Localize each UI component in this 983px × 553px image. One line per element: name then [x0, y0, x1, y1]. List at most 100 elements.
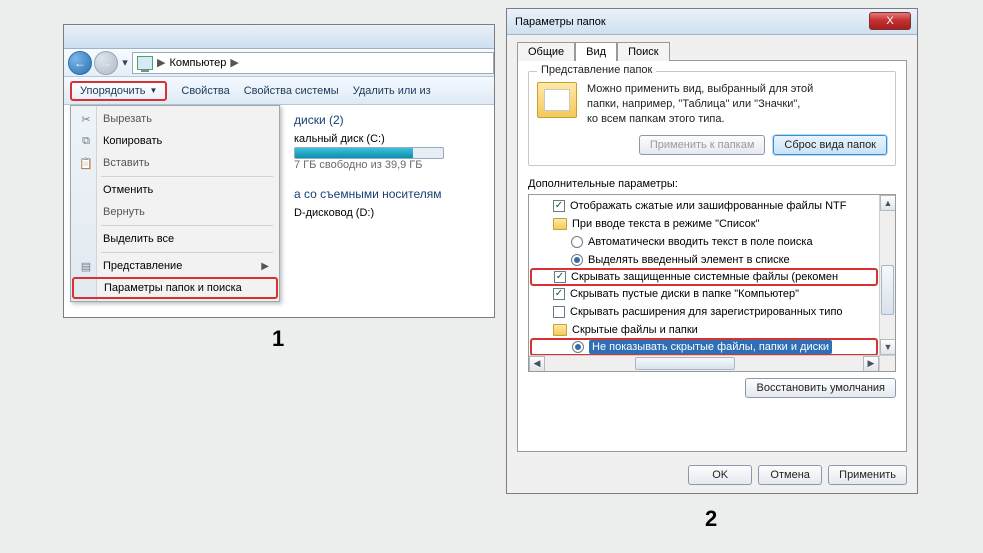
advanced-settings-box: ✓ Отображать сжатые или зашифрованные фа… — [528, 194, 896, 372]
opt-hide-extensions-label: Скрывать расширения для зарегистрированн… — [570, 306, 843, 318]
nav-back-button[interactable]: ← — [68, 51, 92, 75]
scroll-left-icon[interactable]: ◀ — [529, 356, 545, 372]
tab-search[interactable]: Поиск — [617, 42, 669, 61]
menu-select-all[interactable]: Выделить все — [73, 228, 277, 250]
folder-view-text-3: ко всем папкам этого типа. — [587, 112, 813, 127]
folder-icon — [537, 82, 577, 118]
menu-copy-label: Копировать — [103, 135, 162, 147]
radio-icon[interactable] — [571, 254, 583, 266]
organize-button[interactable]: Упорядочить ▼ — [70, 81, 167, 101]
drive-usage-bar — [294, 147, 444, 159]
folder-view-text-2: папки, например, "Таблица" или "Значки", — [587, 97, 813, 112]
menu-cut[interactable]: ✂ Вырезать — [73, 108, 277, 130]
opt-auto-search-label: Автоматически вводить текст в поле поиск… — [588, 236, 813, 248]
copy-icon: ⧉ — [78, 135, 94, 148]
checkbox-icon[interactable] — [553, 306, 565, 318]
menu-view-label: Представление — [103, 260, 182, 272]
opt-list-typing-label: При вводе текста в режиме "Список" — [572, 218, 759, 230]
chevron-right-icon: ▶ — [261, 261, 269, 272]
folder-view-group-title: Представление папок — [537, 64, 656, 76]
horizontal-scrollbar[interactable]: ◀ ▶ — [529, 355, 879, 371]
dialog-title: Параметры папок — [515, 16, 606, 28]
dvd-label: D-дисковод (D:) — [294, 207, 374, 219]
opt-hide-extensions[interactable]: Скрывать расширения для зарегистрированн… — [531, 303, 877, 321]
apply-to-folders-button[interactable]: Применить к папкам — [639, 135, 766, 155]
opt-auto-search[interactable]: Автоматически вводить текст в поле поиск… — [531, 233, 877, 251]
address-bar[interactable]: ▶ Компьютер ▶ — [132, 52, 494, 74]
crumb-sep-icon: ▶ — [157, 56, 165, 69]
drives-heading: диски (2) — [294, 113, 488, 127]
folder-icon — [553, 324, 567, 336]
scroll-thumb[interactable] — [635, 357, 735, 370]
menu-select-all-label: Выделить все — [103, 233, 174, 245]
scroll-corner — [879, 355, 895, 371]
breadcrumb-computer[interactable]: Компьютер — [169, 57, 226, 69]
checkbox-icon[interactable]: ✓ — [554, 271, 566, 283]
tab-view[interactable]: Вид — [575, 42, 617, 61]
scroll-down-icon[interactable]: ▼ — [880, 339, 896, 355]
dialog-button-bar: OK Отмена Применить — [517, 465, 907, 485]
drive-dvd[interactable]: D-дисковод (D:) — [294, 207, 488, 219]
radio-icon[interactable] — [571, 236, 583, 248]
scroll-thumb[interactable] — [881, 265, 894, 315]
computer-icon — [137, 56, 153, 70]
opt-hide-protected[interactable]: ✓ Скрывать защищенные системные файлы (р… — [530, 268, 878, 286]
scroll-track[interactable] — [545, 356, 863, 371]
menu-separator — [101, 225, 273, 226]
opt-show-encrypted[interactable]: ✓ Отображать сжатые или зашифрованные фа… — [531, 197, 877, 215]
nav-forward-button[interactable]: → — [94, 51, 118, 75]
toolbar-remove[interactable]: Удалить или из — [353, 85, 431, 97]
layout-icon: ▤ — [78, 260, 94, 273]
restore-defaults-button[interactable]: Восстановить умолчания — [745, 378, 896, 398]
explorer-window: ← → ▾ ▶ Компьютер ▶ Упорядочить ▼ Свойст… — [63, 24, 495, 318]
menu-separator — [101, 176, 273, 177]
tab-general[interactable]: Общие — [517, 42, 575, 61]
menu-redo-label: Вернуть — [103, 206, 145, 218]
advanced-settings-list[interactable]: ✓ Отображать сжатые или зашифрованные фа… — [529, 195, 879, 355]
menu-paste[interactable]: 📋 Вставить — [73, 152, 277, 174]
organize-menu: ✂ Вырезать ⧉ Копировать 📋 Вставить Отмен… — [70, 105, 280, 302]
radio-icon[interactable] — [572, 341, 584, 353]
opt-dont-show-hidden[interactable]: Не показывать скрытые файлы, папки и дис… — [530, 338, 878, 355]
menu-copy[interactable]: ⧉ Копировать — [73, 130, 277, 152]
paste-icon: 📋 — [78, 157, 94, 170]
menu-view[interactable]: ▤ Представление ▶ — [73, 255, 277, 277]
scroll-right-icon[interactable]: ▶ — [863, 356, 879, 372]
reset-folder-view-button[interactable]: Сброс вида папок — [773, 135, 887, 155]
scroll-up-icon[interactable]: ▲ — [880, 195, 896, 211]
scissors-icon: ✂ — [78, 113, 94, 126]
nav-history-dropdown[interactable]: ▾ — [120, 51, 130, 75]
folder-options-dialog: Параметры папок X Общие Вид Поиск Предст… — [506, 8, 918, 494]
opt-hide-empty-drives-label: Скрывать пустые диски в папке "Компьютер… — [570, 288, 799, 300]
checkbox-icon[interactable]: ✓ — [553, 200, 565, 212]
explorer-body: ✂ Вырезать ⧉ Копировать 📋 Вставить Отмен… — [64, 105, 494, 317]
menu-folder-options[interactable]: Параметры папок и поиска — [72, 277, 278, 299]
ok-button[interactable]: OK — [688, 465, 752, 485]
menu-undo[interactable]: Отменить — [73, 179, 277, 201]
checkbox-icon[interactable]: ✓ — [553, 288, 565, 300]
drive-local-c[interactable]: кальный диск (C:) — [294, 133, 488, 145]
menu-separator — [101, 252, 273, 253]
apply-button[interactable]: Применить — [828, 465, 907, 485]
menu-folder-options-label: Параметры папок и поиска — [104, 282, 242, 294]
opt-hidden-group-label: Скрытые файлы и папки — [572, 324, 698, 336]
tab-pane-view: Представление папок Можно применить вид,… — [517, 60, 907, 452]
drive-usage-fill — [295, 148, 413, 158]
explorer-toolbar: Упорядочить ▼ Свойства Свойства системы … — [64, 77, 494, 105]
toolbar-system-properties[interactable]: Свойства системы — [244, 85, 339, 97]
opt-dont-show-hidden-label: Не показывать скрытые файлы, папки и дис… — [589, 340, 832, 354]
cancel-button[interactable]: Отмена — [758, 465, 822, 485]
local-disk-label: кальный диск (C:) — [294, 133, 385, 145]
drive-free-text: 7 ГБ свободно из 39,9 ГБ — [294, 159, 488, 171]
toolbar-properties[interactable]: Свойства — [181, 85, 229, 97]
removable-heading: а со съемными носителям — [294, 187, 488, 201]
close-button[interactable]: X — [869, 12, 911, 30]
opt-hidden-group: Скрытые файлы и папки — [531, 321, 877, 339]
vertical-scrollbar[interactable]: ▲ ▼ — [879, 195, 895, 355]
opt-hide-empty-drives[interactable]: ✓ Скрывать пустые диски в папке "Компьют… — [531, 285, 877, 303]
menu-redo[interactable]: Вернуть — [73, 201, 277, 223]
nav-row: ← → ▾ ▶ Компьютер ▶ — [64, 49, 494, 77]
folder-view-text-1: Можно применить вид, выбранный для этой — [587, 82, 813, 97]
folder-view-group: Представление папок Можно применить вид,… — [528, 71, 896, 166]
opt-highlight-typed[interactable]: Выделять введенный элемент в списке — [531, 251, 877, 269]
